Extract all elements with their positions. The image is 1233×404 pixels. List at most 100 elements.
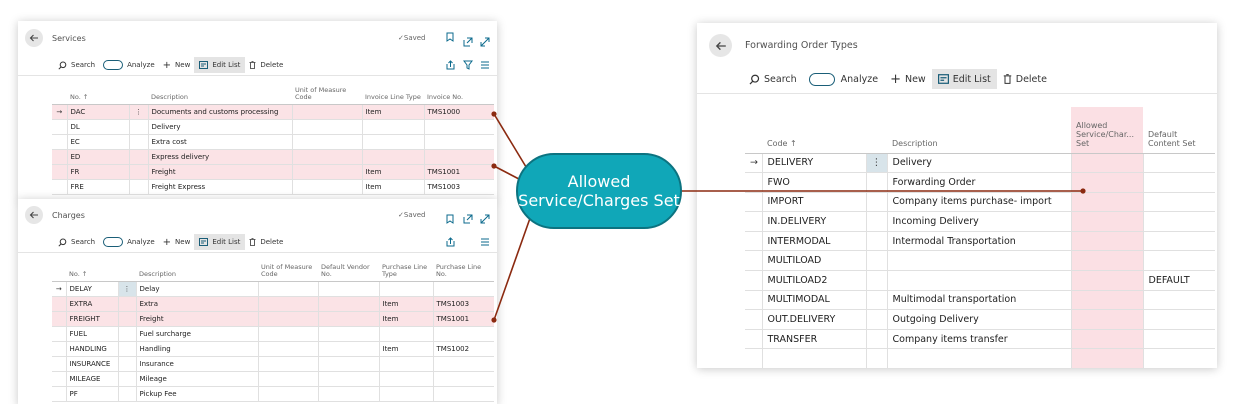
new-button[interactable]: + New xyxy=(884,69,932,89)
list-view-icon[interactable] xyxy=(480,237,490,247)
expand-icon[interactable] xyxy=(480,32,490,51)
allowed-service-charges-set-callout: Allowed Service/Charges Set xyxy=(516,153,682,229)
column-header[interactable]: Unit of Measure Code xyxy=(258,259,318,282)
table-row[interactable]: FREIGHT Freight Item TMS1001 xyxy=(52,311,494,327)
edit-list-icon xyxy=(199,61,209,69)
table-row[interactable]: EXTRA Extra Item TMS1003 xyxy=(52,296,494,312)
search-icon xyxy=(58,61,67,70)
action-bar: Search Analyze + New Edit List Delete xyxy=(697,69,1217,89)
open-new-window-icon[interactable] xyxy=(463,209,473,228)
column-header[interactable]: Invoice Line Type xyxy=(362,83,424,105)
table-row[interactable]: FUEL Fuel surcharge xyxy=(52,326,494,342)
trash-icon xyxy=(249,238,256,246)
column-header[interactable]: No. ↑ xyxy=(67,83,129,105)
bookmark-icon[interactable] xyxy=(446,209,454,228)
action-bar: Search Analyze + New Edit List Delete xyxy=(18,57,497,73)
services-table: No. ↑ Description Unit of Measure Code I… xyxy=(52,83,494,195)
share-icon[interactable] xyxy=(446,237,456,247)
table-row[interactable]: → DELAY ⋮ Delay xyxy=(52,281,494,297)
table-row[interactable]: EC Extra cost xyxy=(52,134,494,150)
page-title: Charges xyxy=(52,211,85,220)
table-row[interactable]: IN.DELIVERY Incoming Delivery xyxy=(745,211,1215,232)
search-button[interactable]: Search xyxy=(54,57,99,73)
column-header[interactable]: Unit of Measure Code xyxy=(292,83,362,105)
column-header[interactable]: Description xyxy=(148,83,292,105)
new-button[interactable]: + New xyxy=(159,57,195,73)
column-header[interactable]: Invoice No. xyxy=(424,83,494,105)
table-row[interactable]: MILEAGE Mileage xyxy=(52,371,494,387)
delete-button[interactable]: Delete xyxy=(997,69,1053,89)
edit-list-button[interactable]: Edit List xyxy=(194,234,246,250)
trash-icon xyxy=(249,61,256,69)
share-icon[interactable] xyxy=(446,60,456,70)
back-arrow-icon[interactable] xyxy=(709,34,732,57)
table-row[interactable]: MULTIMODAL Multimodal transportation xyxy=(745,290,1215,311)
page-title: Forwarding Order Types xyxy=(745,40,858,51)
row-arrow-icon: → xyxy=(52,104,67,120)
filter-icon[interactable] xyxy=(463,60,473,70)
column-header[interactable]: Purchase Line No. xyxy=(433,259,494,282)
column-header[interactable]: Description xyxy=(887,107,1071,154)
table-row[interactable]: OUT.DELIVERY Outgoing Delivery xyxy=(745,309,1215,330)
services-panel: Services ✓Saved Search Analyze + New Edi xyxy=(18,21,497,201)
table-header: Code ↑ Description Allowed Service/Char.… xyxy=(745,107,1215,154)
table-row[interactable]: INTERMODAL Intermodal Transportation xyxy=(745,231,1215,252)
edit-list-icon xyxy=(937,74,949,84)
forwarding-order-types-panel: Forwarding Order Types Search Analyze + … xyxy=(697,23,1217,368)
column-header[interactable]: Description xyxy=(136,259,258,282)
table-row[interactable]: ED Express delivery xyxy=(52,149,494,165)
analyze-toggle[interactable]: Analyze xyxy=(99,57,159,73)
forwarding-order-types-table: Code ↑ Description Allowed Service/Char.… xyxy=(745,107,1215,368)
delete-button[interactable]: Delete xyxy=(245,234,287,250)
edit-list-button[interactable]: Edit List xyxy=(931,69,997,89)
toggle-icon xyxy=(103,60,124,70)
toggle-icon xyxy=(808,72,835,86)
row-menu-dots-icon[interactable]: ⋮ xyxy=(128,104,148,120)
row-menu-dots-icon[interactable]: ⋮ xyxy=(865,153,887,174)
table-row[interactable]: PF Pickup Fee xyxy=(52,386,494,402)
action-bar-divider xyxy=(18,75,497,76)
column-header[interactable]: Purchase Line Type xyxy=(379,259,433,282)
table-row[interactable]: HANDLING Handling Item TMS1002 xyxy=(52,341,494,357)
table-row[interactable]: INSURANCE Insurance xyxy=(52,356,494,372)
table-row[interactable]: IMPORT Company items purchase- import xyxy=(745,192,1215,213)
delete-button[interactable]: Delete xyxy=(245,57,287,73)
column-header[interactable]: Default Vendor No. xyxy=(318,259,379,282)
back-arrow-icon[interactable] xyxy=(25,29,43,47)
action-bar-divider xyxy=(697,93,1217,94)
column-header[interactable]: Code ↑ xyxy=(762,107,866,154)
table-header: No. ↑ Description Unit of Measure Code D… xyxy=(52,259,494,282)
column-header[interactable]: No. ↑ xyxy=(66,259,118,282)
table-row[interactable]: TRANSFER Company items transfer xyxy=(745,329,1215,350)
open-new-window-icon[interactable] xyxy=(463,32,473,51)
table-row[interactable]: FWO Forwarding Order xyxy=(745,172,1215,193)
back-arrow-icon[interactable] xyxy=(25,206,43,224)
table-row[interactable]: → DAC ⋮ Documents and customs processing… xyxy=(52,104,494,120)
page-title: Services xyxy=(52,34,86,43)
search-button[interactable]: Search xyxy=(745,69,803,89)
list-view-icon[interactable] xyxy=(480,60,490,70)
table-row[interactable]: DL Delivery xyxy=(52,119,494,135)
column-header[interactable]: Allowed Service/Char... Set xyxy=(1071,107,1143,154)
table-row[interactable]: → DELIVERY ⋮ Delivery xyxy=(745,153,1215,174)
table-row[interactable]: MULTILOAD2 DEFAULT xyxy=(745,270,1215,291)
table-row[interactable]: FRE Freight Express Item TMS1003 xyxy=(52,179,494,195)
saved-status: ✓Saved xyxy=(398,211,426,219)
search-button[interactable]: Search xyxy=(54,234,99,250)
row-menu-dots-icon[interactable]: ⋮ xyxy=(117,281,136,297)
plus-icon: + xyxy=(162,236,172,248)
table-row[interactable]: FR Freight Item TMS1001 xyxy=(52,164,494,180)
saved-status: ✓Saved xyxy=(398,34,426,42)
analyze-toggle[interactable]: Analyze xyxy=(99,234,159,250)
row-arrow-icon: → xyxy=(745,153,762,174)
new-button[interactable]: + New xyxy=(159,234,195,250)
analyze-toggle[interactable]: Analyze xyxy=(803,69,884,89)
action-bar: Search Analyze + New Edit List Delete xyxy=(18,234,497,250)
bookmark-icon[interactable] xyxy=(446,32,454,45)
expand-icon[interactable] xyxy=(480,209,490,228)
table-row[interactable]: MULTILOAD xyxy=(745,250,1215,272)
edit-list-button[interactable]: Edit List xyxy=(194,57,246,73)
column-header[interactable]: Default Content Set xyxy=(1143,107,1215,154)
plus-icon: + xyxy=(890,71,901,87)
table-row[interactable] xyxy=(745,348,1215,368)
